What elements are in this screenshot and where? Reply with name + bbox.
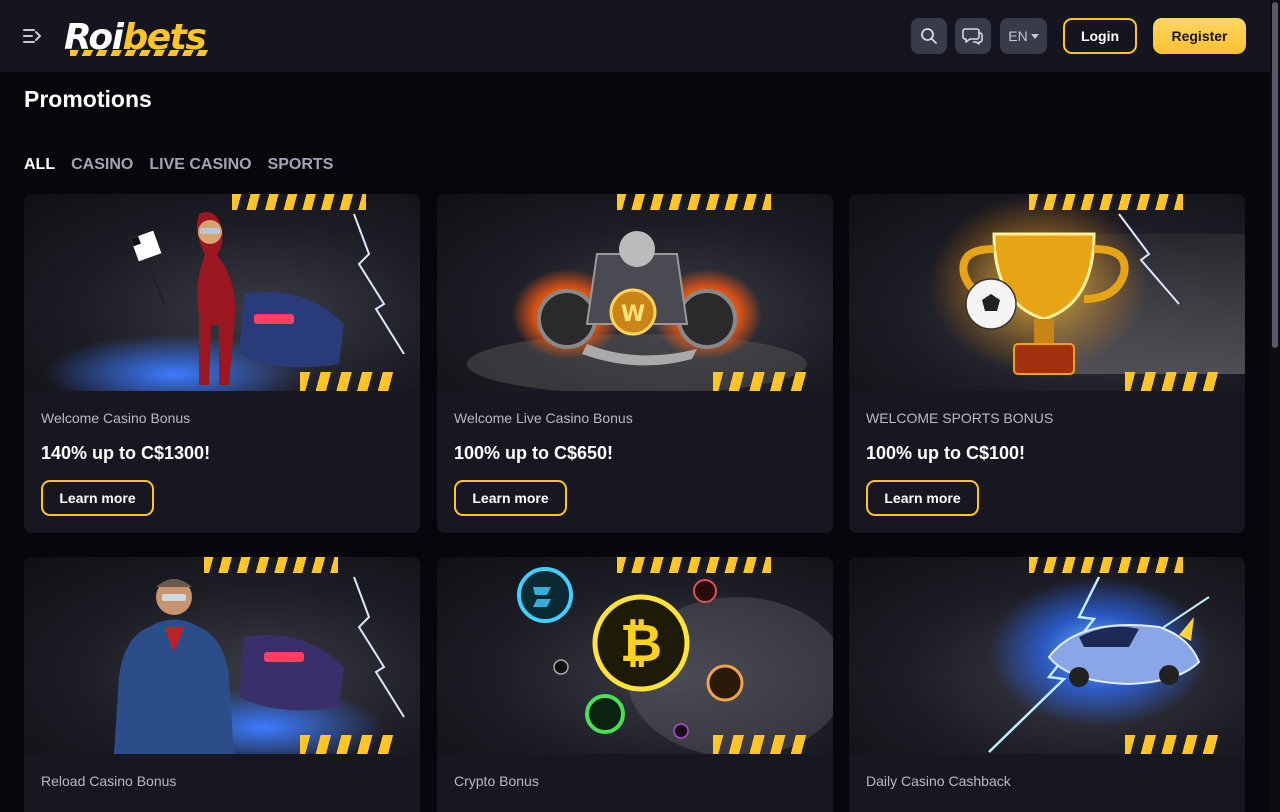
- search-button[interactable]: [911, 18, 947, 54]
- promo-subtitle: Crypto Bonus: [454, 773, 539, 789]
- promo-title: 140% up to C$1300!: [41, 443, 211, 463]
- hazard-stripes: [1125, 372, 1220, 391]
- svg-text:W: W: [621, 302, 645, 327]
- language-label: EN: [1008, 28, 1028, 44]
- tab-live-casino[interactable]: LIVE CASINO: [149, 156, 251, 174]
- menu-toggle-icon[interactable]: [22, 26, 42, 46]
- register-button[interactable]: Register: [1153, 18, 1246, 54]
- promo-card: ₿ Crypto Bonus: [437, 557, 833, 812]
- chat-icon: [962, 28, 983, 45]
- roibets-logo[interactable]: Roi bets: [64, 14, 208, 58]
- hazard-stripes: [617, 557, 771, 573]
- promo-image-futuristic-car: [849, 557, 1245, 754]
- promo-subtitle: Welcome Casino Bonus: [41, 410, 191, 426]
- hazard-stripes: [1029, 194, 1183, 210]
- promo-image-motorcycle: W: [437, 194, 833, 391]
- promo-image-race-girl: [24, 194, 420, 391]
- promo-title: 100% up to C$100!: [866, 443, 1026, 463]
- learn-more-button[interactable]: Learn more: [866, 480, 979, 516]
- logo-stripes: [70, 50, 208, 56]
- hazard-stripes: [617, 194, 771, 210]
- promo-card: Reload Casino Bonus: [24, 557, 420, 812]
- tab-casino[interactable]: CASINO: [71, 156, 133, 174]
- search-icon: [921, 28, 937, 44]
- promo-subtitle: Welcome Live Casino Bonus: [454, 410, 633, 426]
- login-button[interactable]: Login: [1063, 18, 1137, 54]
- promotion-tabs: ALL CASINO LIVE CASINO SPORTS: [24, 156, 333, 174]
- chat-button[interactable]: [955, 18, 991, 54]
- promo-title: 100% up to C$650!: [454, 443, 614, 463]
- promo-subtitle: WELCOME SPORTS BONUS: [866, 410, 1054, 426]
- tab-sports[interactable]: SPORTS: [268, 156, 334, 174]
- language-selector[interactable]: EN: [1000, 18, 1047, 54]
- promo-subtitle: Reload Casino Bonus: [41, 773, 177, 789]
- promo-image-racer-man: [24, 557, 420, 754]
- hazard-stripes: [204, 557, 338, 573]
- scrollbar-thumb[interactable]: [1272, 2, 1278, 348]
- promo-image-crypto: ₿: [437, 557, 833, 754]
- promo-card: W Welcome Live Casino Bonus 100% up to C…: [437, 194, 833, 533]
- hazard-stripes: [1029, 557, 1183, 573]
- learn-more-button[interactable]: Learn more: [41, 480, 154, 516]
- chevron-down-icon: [1030, 34, 1039, 39]
- page-title: Promotions: [24, 86, 152, 112]
- hazard-stripes: [713, 735, 808, 754]
- promo-subtitle: Daily Casino Cashback: [866, 773, 1011, 789]
- hazard-stripes: [1125, 735, 1220, 754]
- promo-card: Daily Casino Cashback: [849, 557, 1245, 812]
- promo-card: Welcome Casino Bonus 140% up to C$1300! …: [24, 194, 420, 533]
- hazard-stripes: [713, 372, 808, 391]
- svg-text:₿: ₿: [620, 614, 662, 674]
- tab-all[interactable]: ALL: [24, 156, 55, 174]
- learn-more-button[interactable]: Learn more: [454, 480, 567, 516]
- hazard-stripes: [300, 372, 395, 391]
- promo-image-trophy: [849, 194, 1245, 391]
- hazard-stripes: [232, 194, 366, 210]
- promo-card: WELCOME SPORTS BONUS 100% up to C$100! L…: [849, 194, 1245, 533]
- hazard-stripes: [300, 735, 395, 754]
- top-header: Roi bets EN Login Register: [0, 0, 1270, 72]
